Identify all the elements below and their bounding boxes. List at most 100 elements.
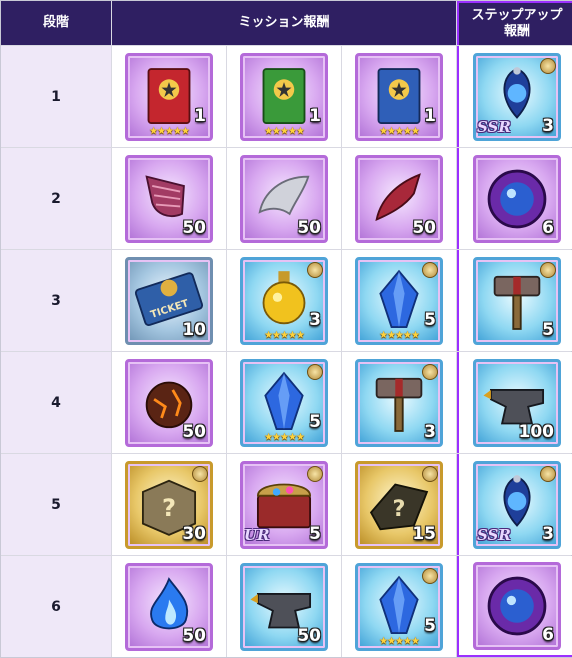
item-quantity: 6 bbox=[542, 624, 554, 645]
mission-reward-cell: 50 bbox=[112, 352, 226, 453]
item-quantity: 50 bbox=[297, 217, 321, 238]
blue-gem-amulet-item[interactable]: SSR 3 bbox=[473, 460, 561, 549]
hammer-item[interactable]: 3 bbox=[355, 358, 443, 447]
blue-star-book-item[interactable]: ★★★★★ 1 bbox=[355, 52, 443, 141]
rainbow-orb-item[interactable]: 6 bbox=[473, 561, 561, 650]
rarity-label: UR bbox=[244, 525, 270, 544]
mission-reward-cell: ★★★★★ 1 bbox=[112, 46, 226, 147]
golden-potion-item[interactable]: ★★★★★ 3 bbox=[240, 256, 328, 345]
item-quantity: 1 bbox=[309, 105, 321, 126]
header-stepup-reward: ステップアップ 報酬 bbox=[457, 1, 572, 45]
item-quantity: 3 bbox=[424, 421, 436, 442]
svg-text:?: ? bbox=[393, 496, 406, 522]
rarity-label: SSR bbox=[477, 117, 511, 136]
star-rating: ★★★★★ bbox=[379, 125, 420, 137]
star-rating: ★★★★★ bbox=[379, 635, 420, 647]
corner-badge-icon bbox=[422, 465, 438, 482]
stepup-reward-cell: 6 bbox=[457, 556, 572, 657]
item-quantity: 1 bbox=[194, 105, 206, 126]
red-feather-item[interactable]: 50 bbox=[355, 154, 443, 243]
corner-badge-icon bbox=[307, 363, 323, 380]
star-rating: ★★★★★ bbox=[149, 125, 190, 137]
item-quantity: 5 bbox=[424, 615, 436, 636]
blue-gem-amulet-item[interactable]: SSR 3 bbox=[473, 52, 561, 141]
rarity-label: SSR bbox=[477, 525, 511, 544]
item-quantity: 10 bbox=[182, 319, 206, 340]
mystery-shard-item[interactable]: ? 15 bbox=[355, 460, 443, 549]
reward-table: 段階 ミッション報酬 ステップアップ 報酬 1 ★★★★★ 1 ★★★★★ 1 ★★★★★… bbox=[0, 0, 572, 658]
mission-reward-cell: ★★★★★ 1 bbox=[227, 46, 341, 147]
item-quantity: 5 bbox=[309, 411, 321, 432]
stepup-reward-cell: 5 bbox=[457, 250, 572, 351]
item-quantity: 5 bbox=[309, 523, 321, 544]
stage-number: 4 bbox=[1, 352, 111, 453]
spiral-horn-item[interactable]: 50 bbox=[125, 154, 213, 243]
item-quantity: 5 bbox=[424, 309, 436, 330]
item-quantity: 6 bbox=[542, 217, 554, 238]
item-quantity: 50 bbox=[297, 625, 321, 646]
star-rating: ★★★★★ bbox=[264, 329, 305, 341]
item-quantity: 3 bbox=[542, 523, 554, 544]
item-quantity: 3 bbox=[542, 115, 554, 136]
mystery-box-item[interactable]: ? 30 bbox=[125, 460, 213, 549]
item-quantity: 100 bbox=[518, 421, 555, 442]
star-rating: ★★★★★ bbox=[379, 329, 420, 341]
rainbow-orb-item[interactable]: 6 bbox=[473, 154, 561, 243]
blue-crystal-item[interactable]: ★★★★★ 5 bbox=[240, 358, 328, 447]
mission-reward-cell: 50 bbox=[227, 556, 341, 657]
treasure-chest-item[interactable]: UR 5 bbox=[240, 460, 328, 549]
mission-reward-cell: ? 15 bbox=[342, 454, 456, 555]
stepup-reward-cell: SSR 3 bbox=[457, 454, 572, 555]
svg-text:?: ? bbox=[162, 494, 176, 522]
red-star-book-item[interactable]: ★★★★★ 1 bbox=[125, 52, 213, 141]
mission-reward-cell: 50 bbox=[227, 148, 341, 249]
corner-badge-icon bbox=[540, 57, 556, 74]
header-mission-reward: ミッション報酬 bbox=[112, 1, 456, 45]
silver-wing-item[interactable]: 50 bbox=[240, 154, 328, 243]
stage-number: 5 bbox=[1, 454, 111, 555]
mission-reward-cell: 50 bbox=[112, 148, 226, 249]
item-quantity: 3 bbox=[309, 309, 321, 330]
stage-number: 2 bbox=[1, 148, 111, 249]
hammer-item[interactable]: 5 bbox=[473, 256, 561, 345]
corner-badge-icon bbox=[422, 363, 438, 380]
item-quantity: 50 bbox=[182, 217, 206, 238]
corner-badge-icon bbox=[540, 465, 556, 482]
ticket-item[interactable]: TICKET 10 bbox=[125, 256, 213, 345]
mission-reward-cell: ★★★★★ 5 bbox=[342, 250, 456, 351]
anvil-item[interactable]: 100 bbox=[473, 358, 561, 447]
item-quantity: 30 bbox=[182, 523, 206, 544]
item-quantity: 50 bbox=[182, 625, 206, 646]
mission-reward-cell: 50 bbox=[342, 148, 456, 249]
item-quantity: 5 bbox=[542, 319, 554, 340]
star-rating: ★★★★★ bbox=[264, 431, 305, 443]
lava-ore-item[interactable]: 50 bbox=[125, 358, 213, 447]
stage-number: 3 bbox=[1, 250, 111, 351]
mission-reward-cell: TICKET 10 bbox=[112, 250, 226, 351]
green-star-book-item[interactable]: ★★★★★ 1 bbox=[240, 52, 328, 141]
mission-reward-cell: 50 bbox=[112, 556, 226, 657]
corner-badge-icon bbox=[192, 465, 208, 482]
corner-badge-icon bbox=[307, 465, 323, 482]
stepup-reward-cell: 6 bbox=[457, 148, 572, 249]
mission-reward-cell: 3 bbox=[342, 352, 456, 453]
corner-badge-icon bbox=[540, 261, 556, 278]
stage-number: 6 bbox=[1, 556, 111, 657]
header-stepup-label: ステップアップ 報酬 bbox=[471, 8, 563, 39]
mission-reward-cell: ★★★★★ 1 bbox=[342, 46, 456, 147]
anvil-item[interactable]: 50 bbox=[240, 562, 328, 651]
corner-badge-icon bbox=[307, 261, 323, 278]
blue-flame-item[interactable]: 50 bbox=[125, 562, 213, 651]
corner-badge-icon bbox=[422, 567, 438, 584]
item-quantity: 50 bbox=[412, 217, 436, 238]
item-quantity: 15 bbox=[412, 523, 436, 544]
stepup-reward-cell: SSR 3 bbox=[457, 46, 572, 147]
mission-reward-cell: UR 5 bbox=[227, 454, 341, 555]
blue-crystal-item[interactable]: ★★★★★ 5 bbox=[355, 256, 443, 345]
mission-reward-cell: ★★★★★ 3 bbox=[227, 250, 341, 351]
star-rating: ★★★★★ bbox=[264, 125, 305, 137]
item-quantity: 50 bbox=[182, 421, 206, 442]
blue-crystal-item[interactable]: ★★★★★ 5 bbox=[355, 562, 443, 651]
mission-reward-cell: ★★★★★ 5 bbox=[342, 556, 456, 657]
stepup-reward-cell: 100 bbox=[457, 352, 572, 453]
